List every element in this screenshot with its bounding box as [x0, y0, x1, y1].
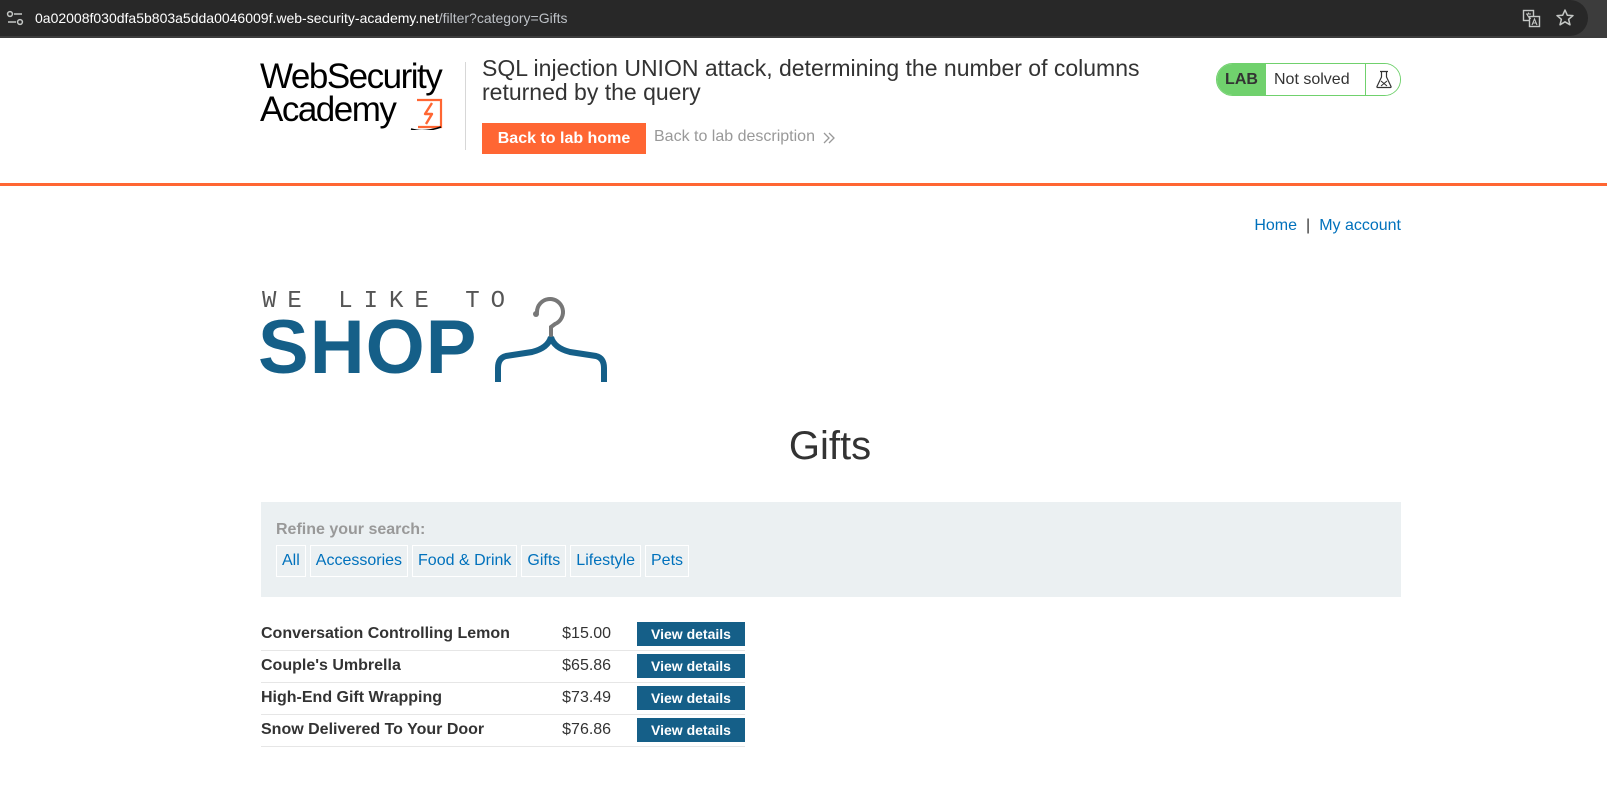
filter-link-accessories[interactable]: Accessories: [309, 545, 409, 577]
table-row: Snow Delivered To Your Door $76.86 View …: [261, 714, 745, 747]
url-host: 0a02008f030dfa5b803a5dda0046009f.web-sec…: [35, 10, 439, 26]
view-details-button[interactable]: View details: [637, 654, 745, 678]
lab-icon-box: [1365, 64, 1400, 95]
table-row: Conversation Controlling Lemon $15.00 Vi…: [261, 618, 745, 651]
top-nav: Home | My account: [1254, 217, 1401, 235]
browser-toolbar: 0a02008f030dfa5b803a5dda0046009f.web-sec…: [0, 0, 1607, 38]
product-price: $15.00: [562, 618, 637, 651]
web-security-academy-logo[interactable]: WebSecurity Academy: [260, 57, 443, 130]
filter-link-all[interactable]: All: [276, 545, 306, 577]
bookmark-star-icon[interactable]: [1555, 8, 1575, 28]
view-details-button[interactable]: View details: [637, 686, 745, 710]
filter-link-food-drink[interactable]: Food & Drink: [412, 545, 518, 577]
product-name: Couple's Umbrella: [261, 650, 563, 683]
back-to-lab-description-link[interactable]: Back to lab description: [654, 128, 815, 146]
lab-status-text: Not solved: [1274, 71, 1350, 88]
nav-home-link[interactable]: Home: [1254, 217, 1297, 234]
we-like-to-shop-logo: WE LIKE TO SHOP: [258, 284, 620, 390]
filter-link-gifts[interactable]: Gifts: [521, 545, 567, 577]
product-action-cell: View details: [637, 650, 745, 683]
product-name: Conversation Controlling Lemon: [261, 618, 563, 651]
filter-label: Refine your search:: [276, 521, 426, 538]
filter-panel: Refine your search: All Accessories Food…: [261, 502, 1401, 597]
header-divider: [465, 62, 466, 150]
logo-line-1: WebSecurity: [260, 57, 443, 96]
logo-shop-word: SHOP: [258, 305, 478, 390]
back-to-lab-home-button[interactable]: Back to lab home: [482, 123, 646, 154]
lab-badge: LAB: [1217, 64, 1266, 95]
product-price: $65.86: [562, 650, 637, 683]
double-chevron-right-icon: [823, 132, 835, 144]
product-table: Conversation Controlling Lemon $15.00 Vi…: [261, 618, 745, 747]
nav-my-account-link[interactable]: My account: [1319, 217, 1401, 234]
category-filter-list: All Accessories Food & Drink Gifts Lifes…: [276, 545, 690, 577]
lab-title: SQL injection UNION attack, determining …: [482, 55, 1140, 105]
view-details-button[interactable]: View details: [637, 718, 745, 742]
url-path: /filter?category=Gifts: [438, 10, 568, 26]
product-action-cell: View details: [637, 682, 745, 715]
lab-status-widget: LAB Not solved: [1216, 63, 1401, 96]
category-heading: Gifts: [788, 424, 872, 468]
filter-link-lifestyle[interactable]: Lifestyle: [570, 545, 641, 577]
lightning-icon: [410, 98, 443, 130]
product-price: $76.86: [562, 714, 637, 747]
product-name: Snow Delivered To Your Door: [261, 714, 563, 747]
product-action-cell: View details: [637, 714, 745, 747]
product-name: High-End Gift Wrapping: [261, 682, 563, 715]
flask-icon: [1376, 70, 1392, 89]
nav-separator: |: [1306, 217, 1311, 234]
hanger-icon: [495, 297, 607, 382]
table-row: High-End Gift Wrapping $73.49 View detai…: [261, 682, 745, 715]
table-row: Couple's Umbrella $65.86 View details: [261, 650, 745, 683]
url-text[interactable]: 0a02008f030dfa5b803a5dda0046009f.web-sec…: [35, 10, 568, 26]
site-info-icon[interactable]: [6, 10, 24, 26]
academy-header: WebSecurity Academy SQL injection UNION …: [0, 38, 1607, 186]
translate-icon[interactable]: [1522, 9, 1541, 28]
view-details-button[interactable]: View details: [637, 621, 745, 646]
product-price: $73.49: [562, 682, 637, 715]
address-bar[interactable]: 0a02008f030dfa5b803a5dda0046009f.web-sec…: [0, 0, 1588, 36]
filter-link-pets[interactable]: Pets: [645, 545, 690, 577]
product-action-cell: View details: [637, 618, 745, 651]
